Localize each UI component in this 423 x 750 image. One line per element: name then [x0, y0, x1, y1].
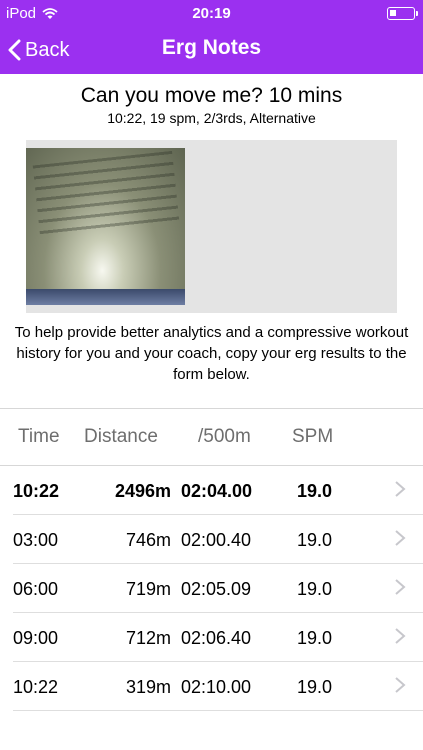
table-row[interactable]: 03:00 746m 02:00.40 19.0	[0, 515, 423, 564]
row-distance: 719m	[125, 579, 171, 599]
status-time: 20:19	[192, 5, 231, 22]
row-spm: 19.0	[297, 628, 333, 648]
row-distance: 712m	[125, 628, 171, 648]
row-distance: 319m	[125, 677, 171, 697]
photo-area[interactable]	[26, 140, 397, 313]
row-time: 10:22	[13, 677, 59, 697]
row-distance: 746m	[125, 530, 171, 550]
header-distance: Distance	[84, 426, 158, 447]
chevron-right-icon	[395, 677, 406, 693]
chevron-right-icon	[395, 530, 406, 546]
chevron-right-icon	[395, 628, 406, 644]
row-distance: 2496m	[114, 481, 171, 501]
row-time: 06:00	[13, 579, 59, 599]
battery-icon	[387, 7, 418, 20]
divider	[0, 408, 423, 409]
chevron-right-icon	[395, 579, 406, 595]
page-title: Erg Notes	[161, 36, 262, 59]
row-time: 03:00	[13, 530, 59, 550]
row-pace: 02:04.00	[181, 481, 253, 501]
table-row[interactable]: 06:00 719m 02:05.09 19.0	[0, 564, 423, 613]
table-row[interactable]: 09:00 712m 02:06.40 19.0	[0, 613, 423, 662]
workout-subtitle: 10:22, 19 spm, 2/3rds, Alternative	[107, 110, 316, 126]
row-spm: 19.0	[297, 530, 333, 550]
table-row[interactable]: 10:22 2496m 02:04.00 19.0	[0, 466, 423, 515]
row-pace: 02:10.00	[181, 677, 252, 697]
table-row[interactable]: 10:22 319m 02:10.00 19.0	[0, 662, 423, 711]
header-spm: SPM	[292, 426, 334, 447]
row-time: 10:22	[13, 481, 60, 501]
nav-bar: Back Erg Notes	[0, 28, 423, 74]
workout-title: Can you move me? 10 mins	[80, 84, 343, 107]
chevron-right-icon	[395, 481, 406, 497]
row-pace: 02:06.40	[181, 628, 252, 648]
help-text: To help provide better analytics and a c…	[14, 324, 409, 383]
header-pace: /500m	[198, 426, 251, 447]
status-bar: iPod 20:19	[0, 0, 423, 28]
row-time: 09:00	[13, 628, 59, 648]
row-spm: 19.0	[297, 481, 333, 501]
header-time: Time	[18, 426, 60, 447]
row-pace: 02:05.09	[181, 579, 252, 599]
row-spm: 19.0	[297, 677, 333, 697]
row-pace: 02:00.40	[181, 530, 252, 550]
erg-photo[interactable]	[26, 148, 185, 305]
row-spm: 19.0	[297, 579, 333, 599]
